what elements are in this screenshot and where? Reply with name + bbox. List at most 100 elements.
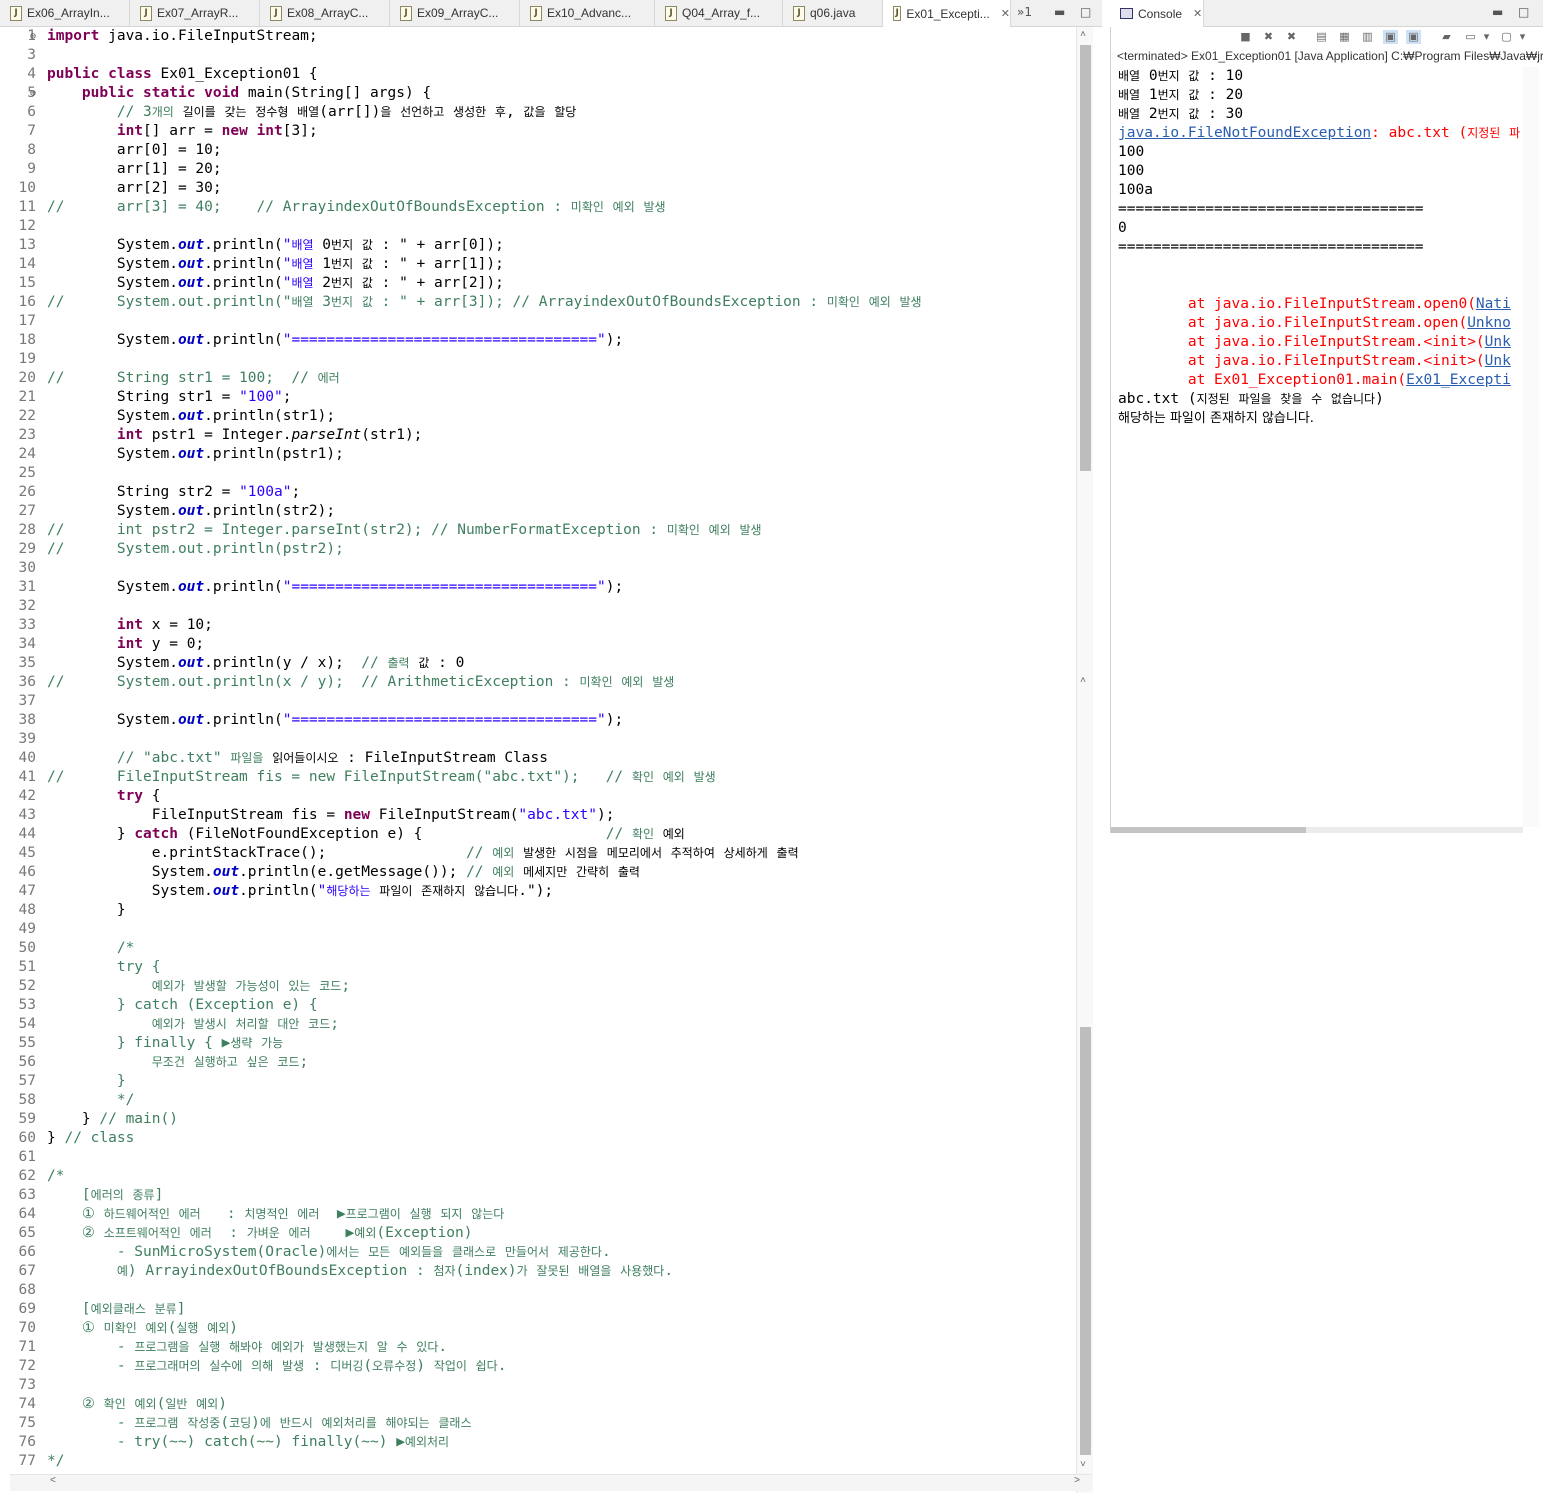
scroll-lock-icon[interactable]: ▦ — [1337, 30, 1352, 44]
code-line[interactable]: 1 ⊖ import java.io.FileInputStream; — [0, 27, 1072, 46]
code-line[interactable]: 52 예외가 발생할 가능성이 있는 코드; — [0, 977, 1072, 996]
close-icon[interactable]: ✕ — [1193, 7, 1202, 20]
scroll-up-icon[interactable]: ˄ — [1080, 29, 1086, 41]
code-line[interactable]: 53 } catch (Exception e) { — [0, 996, 1072, 1015]
display-console-icon[interactable]: ▭ — [1463, 30, 1478, 44]
code-line[interactable]: 25 — [0, 464, 1072, 483]
code-line[interactable]: 51 try { — [0, 958, 1072, 977]
code-line[interactable]: 12 — [0, 217, 1072, 236]
code-line[interactable]: 60} // class — [0, 1129, 1072, 1148]
minimize-icon[interactable]: ▬ — [1054, 5, 1065, 19]
code-line[interactable]: 38 System.out.println("=================… — [0, 711, 1072, 730]
code-line[interactable]: 14 System.out.println("배열 1번지 값 : " + ar… — [0, 255, 1072, 274]
scroll-right-icon[interactable]: ˃ — [1074, 1475, 1080, 1487]
code-line[interactable]: 21 String str1 = "100"; — [0, 388, 1072, 407]
code-line[interactable]: 54 예외가 발생시 처리할 대안 코드; — [0, 1015, 1072, 1034]
code-line[interactable]: 55 } finally { ▶생략 가능 — [0, 1034, 1072, 1053]
close-icon[interactable]: ✕ — [1001, 7, 1010, 20]
code-line[interactable]: 61 — [0, 1148, 1072, 1167]
code-line[interactable]: 59 } // main() — [0, 1110, 1072, 1129]
code-line[interactable]: 67 예) ArrayindexOutOfBoundsException : 첨… — [0, 1262, 1072, 1281]
code-line[interactable]: 46 System.out.println(e.getMessage()); /… — [0, 863, 1072, 882]
code-line[interactable]: 41 // FileInputStream fis = new FileInput… — [0, 768, 1072, 787]
editor-tab[interactable]: J Ex07_ArrayR... — [130, 0, 260, 26]
code-line[interactable]: 66 - SunMicroSystem(Oracle)에서는 모든 예외들을 클… — [0, 1243, 1072, 1262]
code-editor[interactable]: 1 ⊖ import java.io.FileInputStream; 3 4 publi… — [0, 27, 1094, 1493]
scroll-left-icon[interactable]: ˂ — [50, 1475, 56, 1487]
code-line[interactable]: 68 — [0, 1281, 1072, 1300]
code-line[interactable]: 34 int y = 0; — [0, 635, 1072, 654]
console-tab[interactable]: Console ✕ — [1110, 0, 1204, 27]
code-line[interactable]: 32 — [0, 597, 1072, 616]
code-line[interactable]: 57 } — [0, 1072, 1072, 1091]
code-line[interactable]: 45 e.printStackTrace(); // 예외 발생한 시점을 메모… — [0, 844, 1072, 863]
code-line[interactable]: 44 } catch (FileNotFoundException e) { /… — [0, 825, 1072, 844]
code-line[interactable]: 71 - 프로그램을 실행 해봐야 예외가 발생했는지 알 수 있다. — [0, 1338, 1072, 1357]
code-line[interactable]: 36 // System.out.println(x / y); // Arith… — [0, 673, 1072, 692]
show-console-on-output-icon[interactable]: ▣ — [1383, 30, 1398, 44]
horizontal-scrollbar[interactable]: ˂ ˃ — [10, 1474, 1092, 1491]
scroll-up-icon[interactable]: ˄ — [1080, 675, 1086, 687]
clear-console-icon[interactable]: ▤ — [1314, 30, 1329, 44]
code-line[interactable]: 56 무조건 실행하고 싶은 코드; — [0, 1053, 1072, 1072]
fold-icon[interactable]: ⊖ — [30, 27, 36, 46]
code-line[interactable]: 43 FileInputStream fis = new FileInputSt… — [0, 806, 1072, 825]
code-line[interactable]: 10 arr[2] = 30; — [0, 179, 1072, 198]
code-line[interactable]: 37 — [0, 692, 1072, 711]
code-line[interactable]: 18 System.out.println("=================… — [0, 331, 1072, 350]
code-line[interactable]: 48 } — [0, 901, 1072, 920]
code-line[interactable]: 3 — [0, 46, 1072, 65]
code-line[interactable]: 6 // 3개의 길이를 갖는 정수형 배열(arr[])을 선언하고 생성한 … — [0, 103, 1072, 122]
code-line[interactable]: 35 System.out.println(y / x); // 출력 값 : … — [0, 654, 1072, 673]
code-line[interactable]: 29 // System.out.println(pstr2); — [0, 540, 1072, 559]
scroll-down-icon[interactable]: ˅ — [1080, 1459, 1086, 1471]
console-horizontal-scrollbar[interactable] — [1111, 827, 1523, 833]
code-line[interactable]: 7 int[] arr = new int[3]; — [0, 122, 1072, 141]
code-line[interactable]: 64 ① 하드웨어적인 에러 : 치명적인 에러 ▶프로그램이 실행 되지 않는… — [0, 1205, 1072, 1224]
code-line[interactable]: 17 — [0, 312, 1072, 331]
code-line[interactable]: 70 ① 미확인 예외(실행 예외) — [0, 1319, 1072, 1338]
code-line[interactable]: 19 — [0, 350, 1072, 369]
code-line[interactable]: 23 int pstr1 = Integer.parseInt(str1); — [0, 426, 1072, 445]
remove-launch-icon[interactable]: ✖ — [1261, 30, 1276, 44]
scrollbar-thumb[interactable] — [1080, 45, 1091, 471]
scrollbar-thumb[interactable] — [1111, 827, 1306, 833]
editor-tab[interactable]: J Ex10_Advanc... — [520, 0, 655, 26]
code-area[interactable]: 1 ⊖ import java.io.FileInputStream; 3 4 publi… — [0, 27, 1072, 1471]
show-console-on-error-icon[interactable]: ▣ — [1406, 30, 1421, 44]
code-line[interactable]: 26 String str2 = "100a"; — [0, 483, 1072, 502]
code-line[interactable]: 27 System.out.println(str2); — [0, 502, 1072, 521]
code-line[interactable]: 40 // "abc.txt" 파일을 읽어들이시오 : FileInputSt… — [0, 749, 1072, 768]
code-line[interactable]: 50 /* — [0, 939, 1072, 958]
editor-tab[interactable]: J Ex09_ArrayC... — [390, 0, 520, 26]
code-line[interactable]: 8 arr[0] = 10; — [0, 141, 1072, 160]
console-output[interactable]: 배열 0번지 값 : 10 배열 1번지 값 : 20 배열 2번지 값 : 30 j… — [1118, 67, 1524, 428]
code-line[interactable]: 9 arr[1] = 20; — [0, 160, 1072, 179]
fold-icon[interactable]: ⊖ — [30, 84, 36, 103]
open-console-icon[interactable]: ▢ — [1499, 30, 1514, 44]
code-line[interactable]: 76 - try(~~) catch(~~) finally(~~) ▶예외처리 — [0, 1433, 1072, 1452]
code-line[interactable]: 13 System.out.println("배열 0번지 값 : " + ar… — [0, 236, 1072, 255]
editor-tab[interactable]: J Ex08_ArrayC... — [260, 0, 390, 26]
code-line[interactable]: 69 [예외클래스 분류] — [0, 1300, 1072, 1319]
terminate-icon[interactable]: ■ — [1238, 30, 1253, 44]
code-line[interactable]: 49 — [0, 920, 1072, 939]
code-line[interactable]: 77 */ — [0, 1452, 1072, 1471]
code-line[interactable]: 75 - 프로그램 작성중(코딩)에 반드시 예외처리를 해야되는 클래스 — [0, 1414, 1072, 1433]
code-line[interactable]: 47 System.out.println("해당하는 파일이 존재하지 않습니… — [0, 882, 1072, 901]
code-line[interactable]: 24 System.out.println(pstr1); — [0, 445, 1072, 464]
code-line[interactable]: 20 // String str1 = 100; // 에러 — [0, 369, 1072, 388]
console-vertical-scrollbar[interactable] — [1523, 67, 1539, 827]
chevron-down-icon[interactable]: ▾ — [1515, 30, 1530, 44]
code-line[interactable]: 73 — [0, 1376, 1072, 1395]
code-line[interactable]: 62 /* — [0, 1167, 1072, 1186]
pin-console-icon[interactable]: ▰ — [1439, 30, 1454, 44]
code-line[interactable]: 72 - 프로그래머의 실수에 의해 발생 : 디버깅(오류수정) 작업이 쉽다… — [0, 1357, 1072, 1376]
code-line[interactable]: 30 — [0, 559, 1072, 578]
code-line[interactable]: 28 // int pstr2 = Integer.parseInt(str2);… — [0, 521, 1072, 540]
code-line[interactable]: 11 // arr[3] = 40; // ArrayindexOutOfBoun… — [0, 198, 1072, 217]
code-line[interactable]: 22 System.out.println(str1); — [0, 407, 1072, 426]
chevron-down-icon[interactable]: ▾ — [1479, 30, 1494, 44]
remove-all-icon[interactable]: ✖ — [1284, 30, 1299, 44]
code-line[interactable]: 74 ② 확인 예외(일반 예외) — [0, 1395, 1072, 1414]
